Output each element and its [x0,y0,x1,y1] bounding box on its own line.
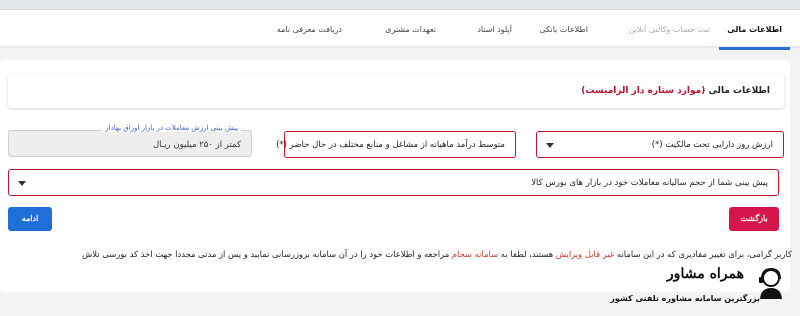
tab-bar: اطلاعات مالی ثبت حساب وکالتی آنلاین اطلا… [0,10,800,50]
required-note: (موارد ستاره دار الزامیست) [581,86,706,96]
notice-text: کاربر گرامی، برای تغییر مقادیری که در ای… [82,249,792,259]
tab-customer-commitments[interactable]: تعهدات مشتری [385,10,436,48]
back-button[interactable]: بازگشت [729,207,779,231]
asset-value-select[interactable]: ارزش روز دارایی تحت مالکیت (*) [536,131,784,158]
non-editable-link: غیر قابل ویرایش [555,249,615,259]
tab-online-proxy-account: ثبت حساب وکالتی آنلاین [628,25,710,34]
watermark-tagline: بزرگترین سامانه مشاوره تلفنی کشور [610,294,760,303]
commodity-volume-select[interactable]: پیش بینی شما از حجم سالیانه معاملات خود … [8,169,779,196]
section-header: اطلاعات مالی (موارد ستاره دار الزامیست) [8,74,784,108]
monthly-income-input[interactable]: متوسط درآمد ماهیانه از مشاغل و منابع مخت… [276,131,516,158]
top-strip [0,0,800,10]
predicted-value-field: پیش بینی ارزش معاملات در بازار اوراق بها… [8,124,252,157]
hamrah-moshaver-watermark: همراه مشاور بزرگترین سامانه مشاوره تلفنی… [606,262,786,312]
tab-receive-introduction-letter[interactable]: دریافت معرفی نامه [277,10,342,48]
chevron-down-icon [18,181,26,186]
tab-bank-info[interactable]: اطلاعات بانکی [539,10,588,48]
tab-upload-documents[interactable]: آپلود اسناد [477,10,512,48]
sejam-link[interactable]: سامانه سجام [452,249,498,259]
section-title: اطلاعات مالی (موارد ستاره دار الزامیست) [581,86,770,96]
tab-financial-info[interactable]: اطلاعات مالی [719,10,790,50]
continue-button[interactable]: ادامه [8,207,52,231]
predicted-value-text: کمتر از ۲۵۰ میلیون ریـال [152,140,241,150]
asset-value-label: ارزش روز دارایی تحت مالکیت (*) [651,140,773,150]
commodity-volume-label: پیش بینی شما از حجم سالیانه معاملات خود … [531,178,768,188]
chevron-down-icon [546,143,554,148]
watermark-name: همراه مشاور [666,266,744,282]
headset-person-icon [759,267,782,299]
monthly-income-label: متوسط درآمد ماهیانه از مشاغل و منابع مخت… [276,140,505,150]
